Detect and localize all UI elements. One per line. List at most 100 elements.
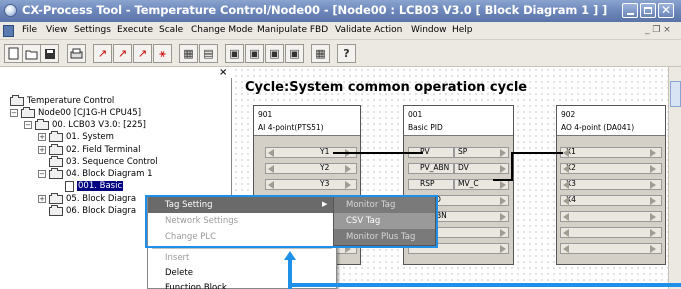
document-icon[interactable] [3, 25, 14, 37]
tree-item[interactable]: +02. Field Terminal [38, 143, 141, 156]
window-tool-1[interactable]: ▣ [225, 44, 244, 63]
new-icon[interactable] [4, 44, 23, 63]
tree-item-label: 06. Block Diagra [66, 206, 137, 216]
menu-execute[interactable]: Execute [117, 25, 153, 35]
window-icon: ▣ [249, 47, 260, 60]
maximize-button[interactable] [640, 3, 656, 18]
tree-item-label: Temperature Control [27, 96, 115, 106]
arrow-tool-2[interactable]: ↗ [113, 44, 132, 63]
tree-item-label: 02. Field Terminal [66, 145, 141, 155]
folder-icon [49, 204, 63, 216]
port-label: DV [458, 163, 469, 172]
port-slot[interactable] [560, 243, 662, 254]
app-icon[interactable] [4, 4, 17, 17]
context-menu-item[interactable]: Delete [148, 267, 336, 283]
tree-item[interactable]: 001. Basic [54, 180, 124, 192]
toolbar: ↗ ↗ ↗ ⚹ ▦ ▤ ▣ ▣ ▣ ▣ ▦ ? [0, 40, 681, 67]
connect-icon: ⚹ [159, 46, 166, 60]
vertical-scrollbar[interactable] [668, 67, 681, 289]
menu-manipulate-fbd[interactable]: Manipulate FBD [257, 25, 328, 35]
tree-item[interactable]: Temperature Control [10, 94, 115, 107]
connect-tool[interactable]: ⚹ [153, 44, 172, 63]
tree-item-label: 001. Basic [77, 181, 124, 191]
collapse-icon[interactable]: − [10, 109, 18, 117]
port-slot[interactable] [560, 211, 662, 222]
port-output-icon [650, 181, 656, 189]
tree-item-label: 03. Sequence Control [66, 157, 158, 167]
context-menu-item-label: Insert [165, 253, 190, 263]
menu-change-mode[interactable]: Change Mode [191, 25, 253, 35]
expand-icon[interactable]: + [38, 195, 46, 203]
print-icon[interactable] [67, 44, 86, 63]
save-icon[interactable] [40, 44, 59, 63]
tree-item[interactable]: 06. Block Diagra [38, 204, 137, 217]
context-menu-item-label: Delete [165, 268, 193, 278]
window-tool-2[interactable]: ▣ [245, 44, 264, 63]
port-output-icon [500, 245, 506, 253]
save-icon-glyph [44, 48, 55, 59]
grid-tool[interactable]: ▦ [179, 44, 198, 63]
port-slot[interactable] [453, 147, 455, 158]
menu-separator [152, 248, 332, 249]
tree-close-icon[interactable]: × [219, 67, 227, 78]
menu-help[interactable]: Help [452, 25, 473, 35]
connection-wire-mvc[interactable] [493, 179, 512, 181]
port-slot[interactable] [453, 163, 455, 174]
scrollbar-thumb[interactable] [670, 81, 681, 107]
port-input-icon [563, 181, 569, 189]
port-input-icon [563, 229, 569, 237]
block-header: 001 Basic PID [404, 106, 513, 136]
window-title: CX-Process Tool - Temperature Control/No… [22, 3, 608, 17]
port-slot[interactable] [560, 227, 662, 238]
block-number: 902 [561, 110, 576, 119]
new-icon-glyph [8, 47, 19, 60]
tree-item[interactable]: − Node00 [CJ1G-H CPU45] [10, 106, 141, 119]
table-tool[interactable]: ▦ [311, 44, 330, 63]
expand-icon[interactable]: + [38, 146, 46, 154]
tree-item[interactable]: − 04. Block Diagram 1 [38, 167, 153, 180]
connection-wire-x1[interactable] [511, 152, 563, 154]
list-tool[interactable]: ▤ [199, 44, 218, 63]
port-slot[interactable] [265, 163, 357, 174]
menu-window[interactable]: Window [411, 25, 447, 35]
window-tool-3[interactable]: ▣ [265, 44, 284, 63]
folder-icon [21, 106, 35, 118]
arrow-tool-3[interactable]: ↗ [133, 44, 152, 63]
collapse-icon[interactable]: − [38, 170, 46, 178]
context-menu-item[interactable]: Insert [148, 252, 336, 268]
tree-item[interactable]: +01. System [38, 130, 114, 143]
menu-settings[interactable]: Settings [74, 25, 111, 35]
arrow-icon: ↗ [117, 47, 128, 60]
window-tool-4[interactable]: ▣ [285, 44, 304, 63]
port-slot[interactable] [453, 179, 455, 190]
folder-icon [49, 155, 63, 167]
menu-view[interactable]: View [46, 25, 67, 35]
tree-item[interactable]: +05. Block Diagra [38, 192, 136, 205]
callout-line [290, 283, 681, 287]
port-output-icon [650, 165, 656, 173]
menu-validate-action[interactable]: Validate Action [335, 25, 402, 35]
menu-scale[interactable]: Scale [159, 25, 183, 35]
menu-file[interactable]: File [22, 25, 37, 35]
open-icon[interactable] [22, 44, 41, 63]
port-input-icon [563, 197, 569, 205]
expand-icon[interactable]: + [38, 133, 46, 141]
mdi-window-controls[interactable]: _ ❒ × [645, 25, 671, 35]
minimize-button[interactable] [622, 3, 638, 18]
tree-item-label: 04. Block Diagram 1 [66, 169, 153, 179]
port-slot[interactable] [265, 179, 357, 190]
port-output-icon [345, 165, 351, 173]
close-button[interactable]: ✕ [658, 3, 674, 18]
tree-item[interactable]: 03. Sequence Control [38, 155, 158, 168]
tree-item[interactable]: − 00. LCB03 V3.0: [225] [24, 118, 146, 131]
folder-icon [49, 130, 63, 142]
minimize-icon [627, 13, 634, 15]
help-tool[interactable]: ? [337, 44, 356, 63]
connection-wire-y1-pv[interactable] [333, 152, 423, 154]
arrow-tool-1[interactable]: ↗ [93, 44, 112, 63]
document-icon [65, 180, 74, 192]
block-number: 901 [258, 110, 273, 119]
collapse-icon[interactable]: − [24, 121, 32, 129]
list-icon: ▤ [203, 47, 214, 60]
connection-wire-mvc-vertical[interactable] [511, 152, 513, 181]
